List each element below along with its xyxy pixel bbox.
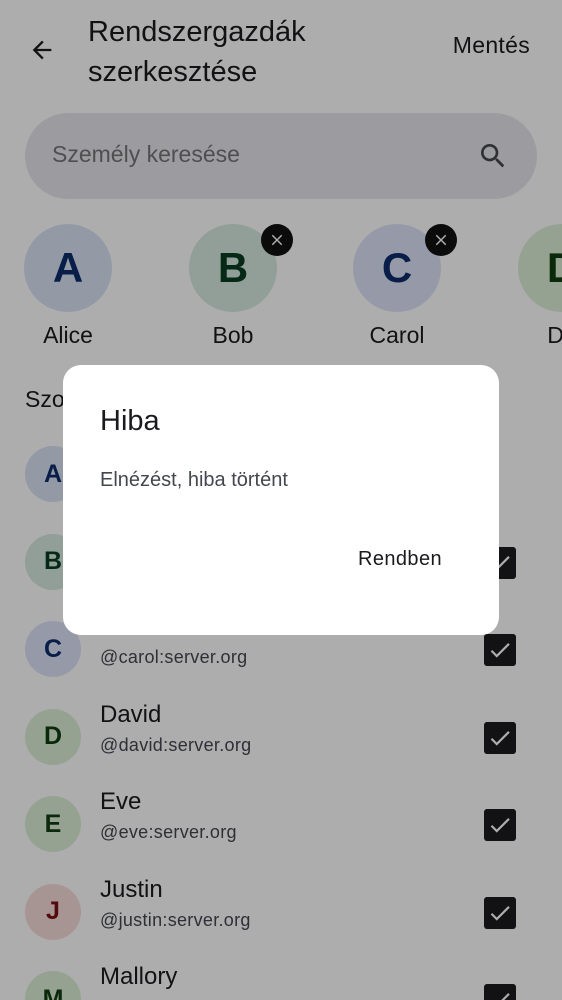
ok-button[interactable]: Rendben: [358, 548, 442, 571]
dialog-title: Hiba: [100, 405, 160, 437]
dialog-message: Elnézést, hiba történt: [100, 469, 288, 491]
error-dialog: Hiba Elnézést, hiba történt Rendben: [63, 365, 499, 635]
edit-admins-screen: Rendszergazdák szerkesztése Mentés A Ali…: [0, 0, 562, 1000]
